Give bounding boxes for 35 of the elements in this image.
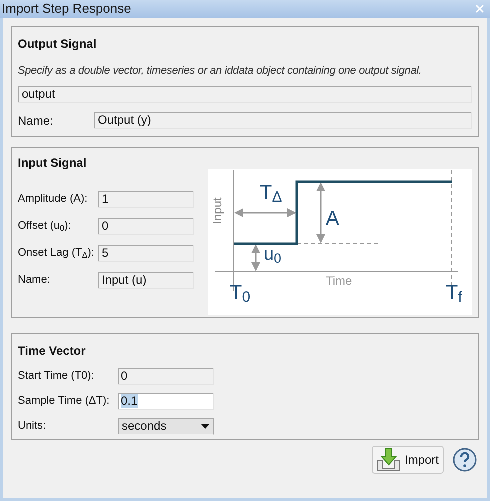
caret-icon	[201, 424, 210, 428]
diagram-label: Time	[326, 274, 352, 286]
field-label: Start Time (T0):	[18, 368, 96, 384]
diagram-label: T$_{f}$	[446, 282, 462, 302]
field-label: Name:	[18, 272, 52, 288]
section-title: Output Signal	[18, 36, 98, 53]
import-button[interactable]: Import	[372, 446, 444, 474]
text-field[interactable]: 0	[98, 218, 194, 234]
text-field[interactable]: Output (y)	[94, 112, 472, 129]
diagram-label: T$_{0}$	[230, 282, 251, 302]
help-button[interactable]	[453, 448, 477, 472]
diagram-label: Input	[211, 197, 224, 224]
field-label: Offset (u$_{0}$):	[18, 218, 72, 234]
text-field[interactable]: Input (u)	[98, 272, 194, 288]
field-label: Amplitude (A):	[18, 192, 89, 207]
diagram-label: A	[326, 208, 340, 228]
text-field[interactable]: 5	[98, 244, 194, 262]
description-text: Specify as a double vector, timeseries or an iddata object containing one output signal.	[18, 64, 423, 79]
section-title: Time Vector	[18, 342, 87, 360]
text-field[interactable]: 0	[118, 368, 214, 384]
close-icon	[474, 3, 486, 15]
text-field[interactable]: 1	[98, 190, 194, 208]
output-field[interactable]: output	[18, 86, 472, 102]
field-label: Onset Lag (T$_{Δ}$):	[18, 246, 96, 262]
field-label: Units:	[18, 418, 48, 434]
help-icon	[453, 448, 477, 472]
diagram-label: T$_{Δ}$	[260, 182, 282, 202]
text-field[interactable]: 0.1	[118, 392, 214, 410]
section-title: Input Signal	[18, 154, 88, 172]
units-dropdown[interactable]: seconds	[118, 418, 214, 434]
field-label: Sample Time (ΔT):	[18, 394, 111, 409]
window-title: Import Step Response	[2, 0, 132, 18]
import-icon	[376, 448, 401, 472]
field-label: Name:	[18, 112, 54, 130]
diagram-label: u$_{0}$	[264, 244, 282, 262]
